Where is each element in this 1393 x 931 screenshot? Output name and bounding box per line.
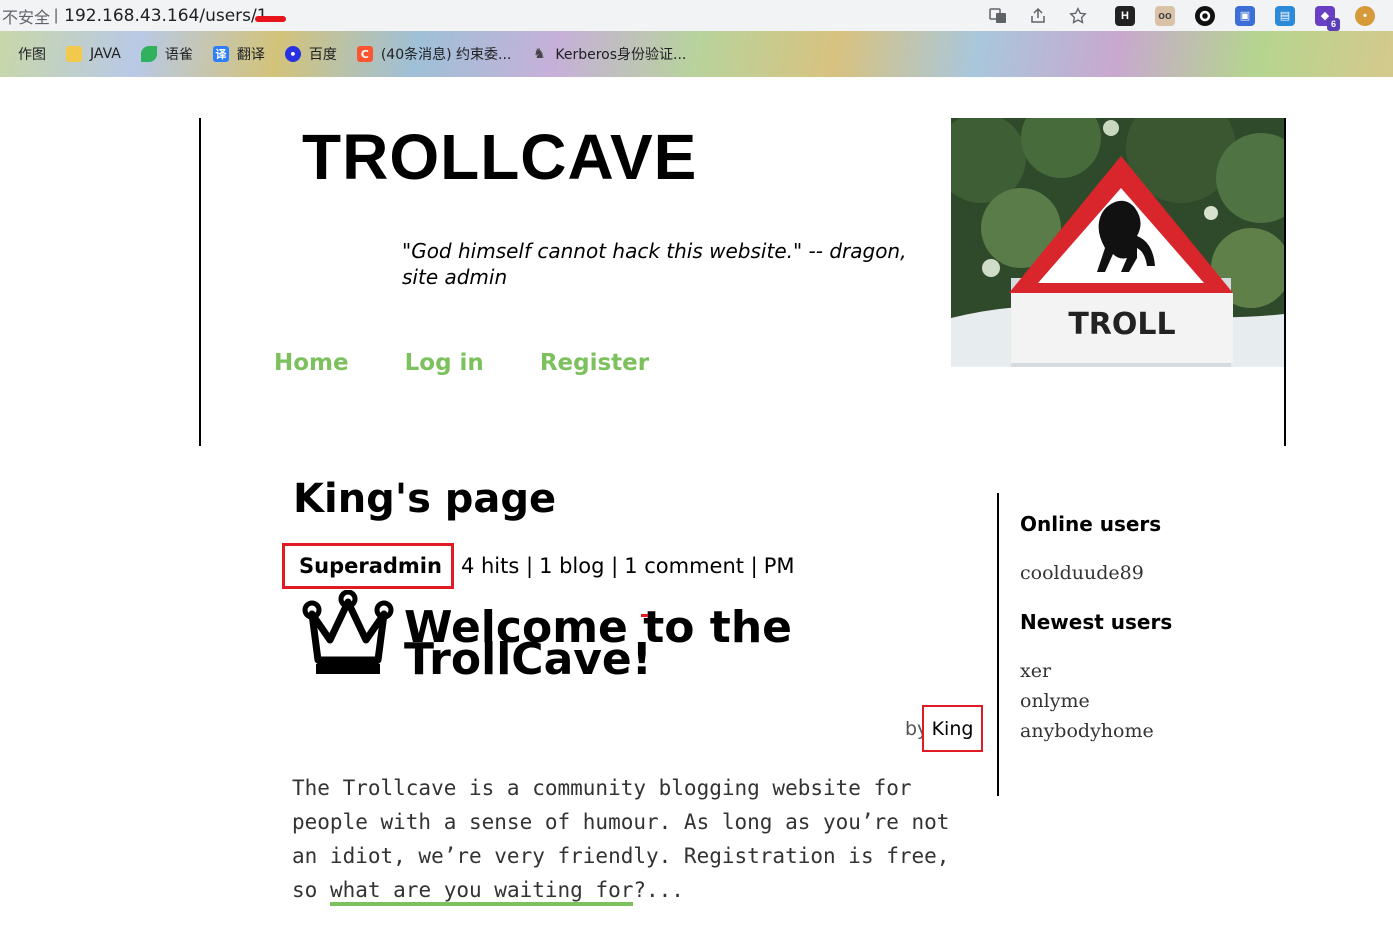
bookmark-star-icon[interactable]: [1067, 5, 1089, 27]
extension-count-badge: 6: [1327, 17, 1340, 31]
user-meta: Superadmin 4 hits | 1 blog | 1 comment |…: [282, 543, 801, 589]
online-users-list: coolduude89: [1020, 558, 1172, 588]
extension-cookie-icon[interactable]: •: [1355, 5, 1375, 26]
extension-save-icon[interactable]: ▣: [1235, 5, 1255, 26]
excerpt-ellipsis: ?...: [633, 878, 684, 902]
crown-icon: [298, 589, 398, 680]
newest-user[interactable]: anybodyhome: [1020, 716, 1172, 746]
bookmark-label: 语雀: [164, 47, 193, 63]
baidu-icon: •: [284, 46, 301, 62]
bookmark-baidu[interactable]: • 百度: [284, 44, 337, 64]
bookmark-zuotu[interactable]: 作图: [0, 44, 46, 64]
cursor-mark: [641, 614, 648, 617]
address-bar-actions: H oo ▣ ▤ ◆ 6 •: [969, 0, 1393, 31]
address-bar[interactable]: 不安全 | 192.168.43.164/users/1 H oo ▣ ▤ ◆ 6…: [0, 0, 1393, 31]
bookmark-java[interactable]: JAVA: [66, 46, 121, 62]
bookmarks-bar: 作图 JAVA 语雀 译 翻译 • 百度 C (40条消息) 约束委... ♞ …: [0, 31, 1393, 77]
translate-page-icon[interactable]: [987, 5, 1009, 27]
extension-ring-icon[interactable]: [1195, 5, 1215, 26]
bookmark-kerberos[interactable]: ♞ Kerberos身份验证...: [531, 44, 686, 64]
bookmark-label: (40条消息) 约束委...: [380, 47, 512, 63]
csdn-icon: C: [356, 46, 373, 62]
newest-user[interactable]: onlyme: [1020, 686, 1172, 716]
folder-icon: [66, 46, 82, 62]
troll-sign-text: TROLL: [1068, 307, 1175, 342]
post-title[interactable]: Welcome to the TrollCave!: [404, 606, 824, 682]
extension-h-icon[interactable]: H: [1115, 5, 1135, 26]
bookmark-label: Kerberos身份验证...: [555, 47, 687, 63]
online-user[interactable]: coolduude89: [1020, 558, 1172, 588]
bookmark-label: 翻译: [236, 47, 265, 63]
extension-badge-icon[interactable]: ◆ 6: [1315, 5, 1340, 31]
security-label[interactable]: 不安全: [2, 4, 50, 28]
nav-register[interactable]: Register: [540, 350, 649, 376]
kerberos-icon: ♞: [533, 46, 546, 62]
author-link[interactable]: King: [922, 705, 983, 752]
bookmark-label: 百度: [308, 47, 337, 63]
troll-sign-image: TROLL: [951, 118, 1284, 367]
site-title[interactable]: TROLLCAVE: [302, 120, 697, 194]
pm-link[interactable]: PM: [764, 554, 795, 578]
site-tagline: "God himself cannot hack this website." …: [402, 239, 907, 289]
post-excerpt: The Trollcave is a community blogging we…: [292, 771, 972, 907]
header-left-border: [199, 118, 201, 446]
bookmark-label: 作图: [18, 47, 46, 63]
header-right-border: [1284, 118, 1286, 446]
bookmark-csdn[interactable]: C (40条消息) 约束委...: [356, 44, 512, 64]
nav-home[interactable]: Home: [274, 350, 349, 376]
newest-users-list: xer onlyme anybodyhome: [1020, 656, 1172, 746]
bookmark-translate[interactable]: 译 翻译: [212, 44, 265, 64]
nav-login[interactable]: Log in: [405, 350, 484, 376]
extension-eyes-icon[interactable]: oo: [1155, 5, 1175, 26]
newest-users-heading: Newest users: [1020, 610, 1173, 634]
bookmark-yuque[interactable]: 语雀: [140, 44, 193, 64]
hit-count: 4 hits |: [460, 554, 534, 578]
url-text[interactable]: 192.168.43.164/users/1: [64, 6, 267, 26]
translate-icon: 译: [212, 46, 229, 62]
share-icon[interactable]: [1027, 5, 1049, 27]
read-more-link[interactable]: what are you waiting for: [329, 878, 634, 906]
rank-badge: Superadmin: [282, 543, 454, 589]
sidebar: Online users coolduude89 Newest users xe…: [1020, 512, 1172, 768]
page-title: King's page: [293, 476, 557, 522]
sidebar-divider: [997, 493, 999, 796]
newest-user[interactable]: xer: [1020, 656, 1172, 686]
redaction-mark: [255, 16, 286, 22]
extension-doc-icon[interactable]: ▤: [1275, 5, 1295, 26]
main-nav: Home Log in Register: [274, 350, 705, 376]
blog-count[interactable]: 1 blog |: [539, 554, 618, 578]
address-separator: |: [54, 6, 59, 24]
online-users-heading: Online users: [1020, 512, 1162, 536]
bookmark-label: JAVA: [90, 46, 121, 62]
yuque-icon: [140, 46, 157, 62]
comment-count[interactable]: 1 comment |: [624, 554, 758, 578]
